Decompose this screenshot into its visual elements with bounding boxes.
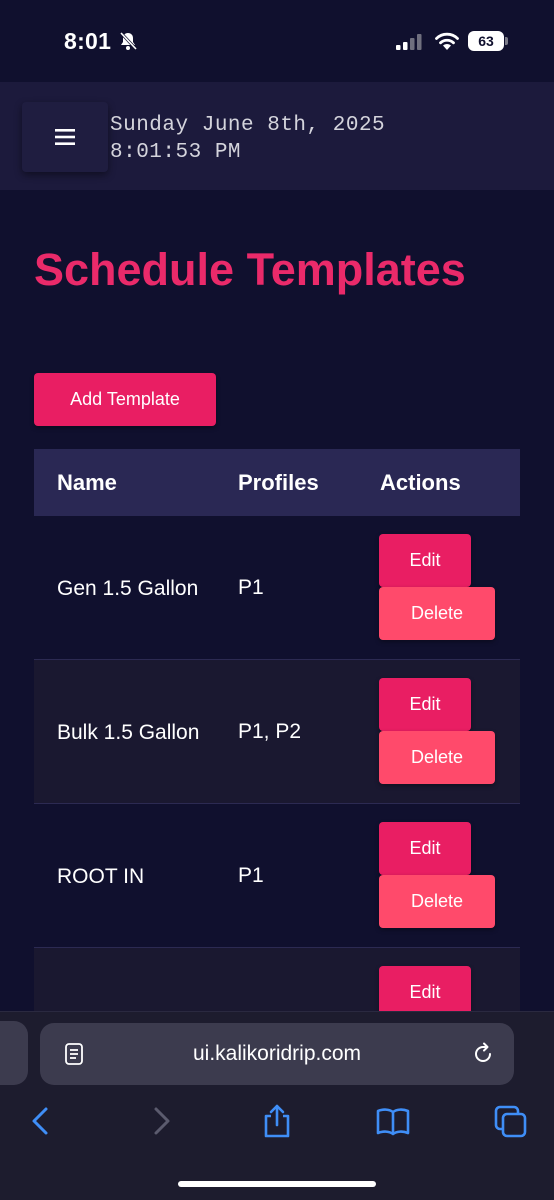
signal-icon	[396, 34, 422, 50]
bell-slash-icon	[119, 31, 138, 51]
template-name: Gen 1.5 Gallon	[57, 576, 199, 600]
bookmarks-icon[interactable]	[376, 1103, 410, 1139]
delete-button[interactable]: Delete	[379, 875, 495, 928]
template-profiles: P1	[238, 864, 264, 887]
edit-button[interactable]: Edit	[379, 822, 471, 875]
menu-button[interactable]	[22, 102, 108, 172]
battery-tip	[505, 37, 508, 45]
hamburger-icon	[55, 129, 75, 145]
battery-icon: 63	[468, 31, 504, 51]
add-template-button[interactable]: Add Template	[34, 373, 216, 426]
edit-button[interactable]: Edit	[379, 678, 471, 731]
template-profiles: P1	[238, 576, 264, 599]
column-header-actions: Actions	[380, 470, 461, 495]
previous-tab-preview[interactable]	[0, 1021, 28, 1085]
table-row: Gen 1.5 Gallon P1 Edit Delete	[34, 516, 520, 660]
clock-time: 8:01:53 PM	[110, 141, 242, 164]
tabs-icon[interactable]	[494, 1103, 528, 1139]
header-clock: Sunday June 8th, 2025 8:01:53 PM	[110, 112, 385, 166]
table-header: Name Profiles Actions	[34, 449, 520, 516]
share-icon[interactable]	[260, 1103, 294, 1139]
template-name: Bulk 1.5 Gallon	[57, 720, 200, 744]
delete-button[interactable]: Delete	[379, 731, 495, 784]
table-row: ROOT IN P1 Edit Delete	[34, 804, 520, 948]
clock-date: Sunday June 8th, 2025	[110, 114, 386, 137]
template-name: ROOT IN	[57, 864, 145, 888]
column-header-profiles: Profiles	[238, 470, 319, 495]
table-row: Bulk 1.5 Gallon P1, P2 Edit Delete	[34, 660, 520, 804]
wifi-icon	[435, 32, 459, 50]
home-indicator	[178, 1181, 376, 1187]
url-text[interactable]: ui.kalikoridrip.com	[88, 1023, 466, 1085]
reader-icon[interactable]	[64, 1042, 86, 1066]
forward-icon[interactable]	[144, 1103, 178, 1139]
back-icon[interactable]	[24, 1103, 58, 1139]
column-header-name: Name	[57, 470, 117, 495]
template-profiles: P1, P2	[238, 720, 302, 743]
page-title: Schedule Templates	[34, 244, 466, 295]
templates-table: Name Profiles Actions Gen 1.5 Gallon P1 …	[34, 449, 520, 1092]
reload-icon[interactable]	[471, 1042, 495, 1066]
delete-button[interactable]: Delete	[379, 587, 495, 640]
status-time: 8:01	[64, 28, 112, 54]
status-bar: 8:01 63	[0, 0, 554, 82]
edit-button[interactable]: Edit	[379, 534, 471, 587]
